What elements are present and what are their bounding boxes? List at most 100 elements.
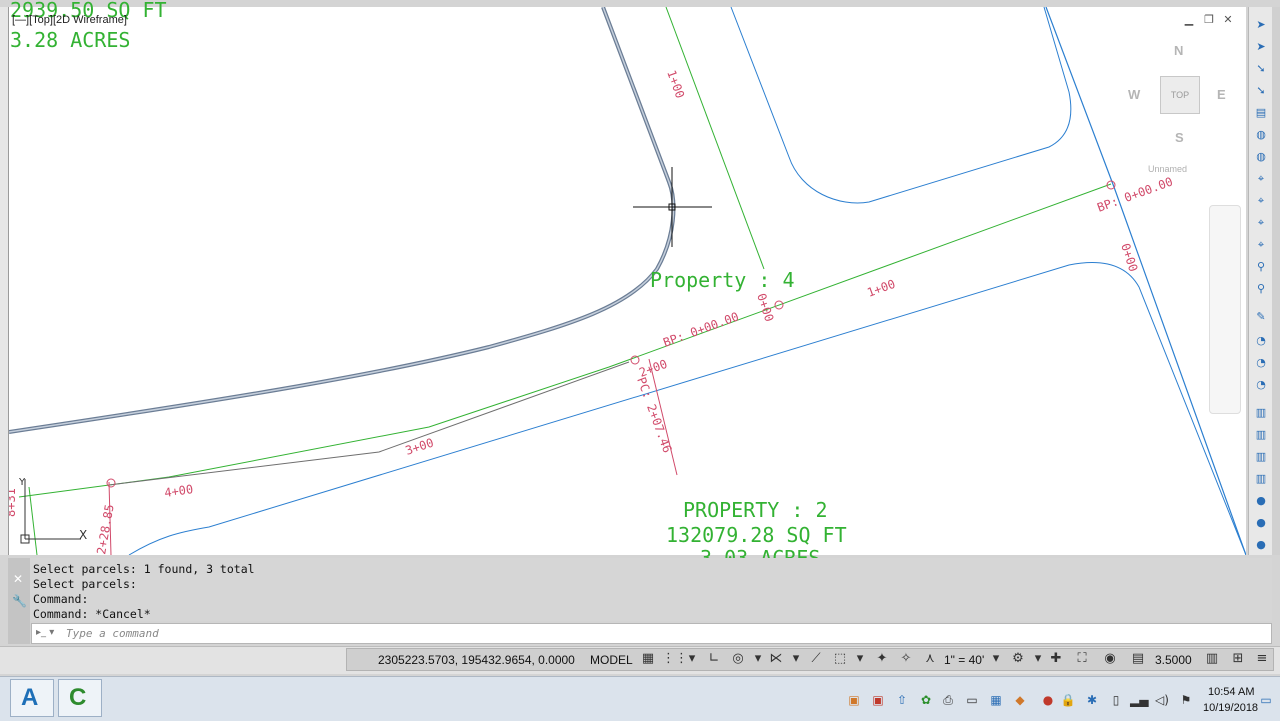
clock-date[interactable]: 10/19/2018 [1203,702,1258,714]
wrench-icon[interactable]: 🔧 [12,594,27,608]
chart-icon[interactable]: ▥ [1253,471,1269,487]
command-history-line: Select parcels: 1 found, 3 total [33,562,255,576]
viewcube-top-face[interactable]: TOP [1160,76,1200,114]
arrow-icon[interactable]: ➤ [1253,17,1269,33]
chart-icon[interactable]: ▥ [1253,449,1269,465]
chevron-down-icon[interactable]: ▾ [850,650,870,668]
property-2-area: 132079.28 SQ FT [666,523,847,547]
command-prompt-icon[interactable]: ▸_ ▾ [36,627,54,638]
restore-icon[interactable]: ❐ [1202,14,1216,26]
node-icon[interactable]: ⌖ [1253,237,1269,253]
plus-icon[interactable]: ✚ [1046,650,1066,668]
civil3d-app-button[interactable]: C [58,679,102,717]
tray-app-icon[interactable]: ✿ [918,692,934,708]
annotation-visibility-icon[interactable]: ✧ [896,650,916,668]
chevron-down-icon[interactable]: ▾ [1028,650,1048,668]
node-icon[interactable]: ⌖ [1253,215,1269,231]
node-icon[interactable]: ⌖ [1253,171,1269,187]
command-history-line: Command: [33,592,89,606]
lineweight-value[interactable]: 3.5000 [1155,653,1192,667]
chart-icon[interactable]: ▥ [1253,405,1269,421]
viewcube-east[interactable]: E [1217,87,1226,102]
svg-text:Y: Y [18,477,26,488]
tray-app-icon[interactable]: ▣ [870,692,886,708]
station-label: 0+00 [754,292,776,324]
lineweight-icon[interactable]: ⟋ [806,650,826,668]
viewcube-north[interactable]: N [1174,43,1183,58]
polar-icon[interactable]: ◎ [728,650,748,668]
pin-icon[interactable]: ⚲ [1253,259,1269,275]
tray-app-icon[interactable]: ◆ [1012,692,1028,708]
chevron-down-icon[interactable]: ▾ [748,650,768,668]
bluetooth-icon[interactable]: ✱ [1084,692,1100,708]
lock-icon[interactable]: 🔒 [1060,692,1076,708]
flag-icon[interactable]: ⚑ [1178,692,1194,708]
minimize-icon[interactable]: ▁ [1182,14,1196,26]
record-icon[interactable]: ● [1040,692,1056,708]
tray-app-icon[interactable]: ▣ [846,692,862,708]
viewcube-west[interactable]: W [1128,87,1140,102]
network-icon[interactable]: ▂▄ [1130,692,1148,708]
sphere-icon[interactable]: ● [1253,493,1269,509]
ortho-icon[interactable]: ∟ [704,650,724,668]
quick-properties-icon[interactable]: ▥ [1202,650,1222,668]
command-input[interactable] [31,623,1272,644]
menu-icon[interactable]: ≡ [1252,650,1272,668]
station-label: BP: 0+00.00 [1095,174,1174,214]
fullscreen-icon[interactable]: ⊞ [1228,650,1248,668]
viewcube-south[interactable]: S [1175,130,1184,145]
sphere-icon[interactable]: ● [1253,537,1269,553]
property-4-label: Property : 4 [650,268,795,292]
annotation-icon[interactable]: ✦ [872,650,892,668]
close-icon[interactable]: ✕ [1221,14,1235,26]
navigation-bar[interactable] [1209,205,1241,414]
clock-time[interactable]: 10:54 AM [1208,686,1254,698]
grid-icon[interactable]: ▦ [638,650,658,668]
pointer-icon[interactable]: ➘ [1253,61,1269,77]
edit-icon[interactable]: ✎ [1253,309,1269,325]
volume-icon[interactable]: ◁) [1154,692,1170,708]
globe-icon[interactable]: ◍ [1253,149,1269,165]
tray-app-icon[interactable]: ▦ [988,692,1004,708]
workspace-icon[interactable]: ⛶ [1072,650,1092,668]
chevron-down-icon[interactable]: ▾ [786,650,806,668]
profile-line [108,361,630,486]
printer-icon[interactable]: ⎙ [940,692,956,708]
globe-icon[interactable]: ◍ [1253,127,1269,143]
pointer-icon[interactable]: ➘ [1253,83,1269,99]
ucs-menu[interactable]: Unnamed [1148,164,1187,174]
node-icon[interactable]: ⌖ [1253,193,1269,209]
notification-icon[interactable]: ▭ [1258,692,1274,708]
isolate-icon[interactable]: ◉ [1100,650,1120,668]
chart-icon[interactable]: ▥ [1253,427,1269,443]
viewport-controls-label[interactable]: [—][Top][2D Wireframe] [12,14,127,26]
selection-icon[interactable]: ⬚ [830,650,850,668]
osnap-icon[interactable]: ⋉ [766,650,786,668]
annotation-scale-icon[interactable]: ⋏ [920,650,940,668]
right-tool-palette: ➤ ➤ ➘ ➘ ▤ ◍ ◍ ⌖ ⌖ ⌖ ⌖ ⚲ ⚲ ✎ ◔ ◔ ◔ ▥ ▥ ▥ … [1248,7,1273,555]
battery-icon[interactable]: ▯ [1108,692,1124,708]
circle-icon[interactable]: ◔ [1253,333,1269,349]
arrow-icon[interactable]: ➤ [1253,39,1269,55]
pin-icon[interactable]: ⚲ [1253,281,1269,297]
snap-icon[interactable]: ⋮⋮ [662,650,688,668]
sphere-icon[interactable]: ● [1253,515,1269,531]
monitor-icon[interactable]: ▭ [964,692,980,708]
coordinate-readout[interactable]: 2305223.5703, 195432.9654, 0.0000 [378,653,575,667]
upload-icon[interactable]: ⇧ [894,692,910,708]
drawing-viewport[interactable]: 1+00 1+00 3+00 4+00 BP: 0+00.00 0+00 PC:… [8,7,1246,555]
layers-icon[interactable]: ▤ [1128,650,1148,668]
station-label: 4+00 [163,482,194,500]
document-icon[interactable]: ▤ [1253,105,1269,121]
close-icon[interactable]: ✕ [13,572,23,586]
autocad-app-button[interactable]: A [10,679,54,717]
gear-icon[interactable]: ⚙ [1008,650,1028,668]
model-space-button[interactable]: MODEL [590,653,633,667]
ucs-icon: Y X [18,477,87,544]
chevron-down-icon[interactable]: ▾ [682,650,702,668]
circle-icon[interactable]: ◔ [1253,355,1269,371]
annotation-scale[interactable]: 1" = 40' [944,653,984,667]
drawing-canvas[interactable]: 1+00 1+00 3+00 4+00 BP: 0+00.00 0+00 PC:… [9,7,1246,555]
chevron-down-icon[interactable]: ▾ [986,650,1006,668]
circle-icon[interactable]: ◔ [1253,377,1269,393]
